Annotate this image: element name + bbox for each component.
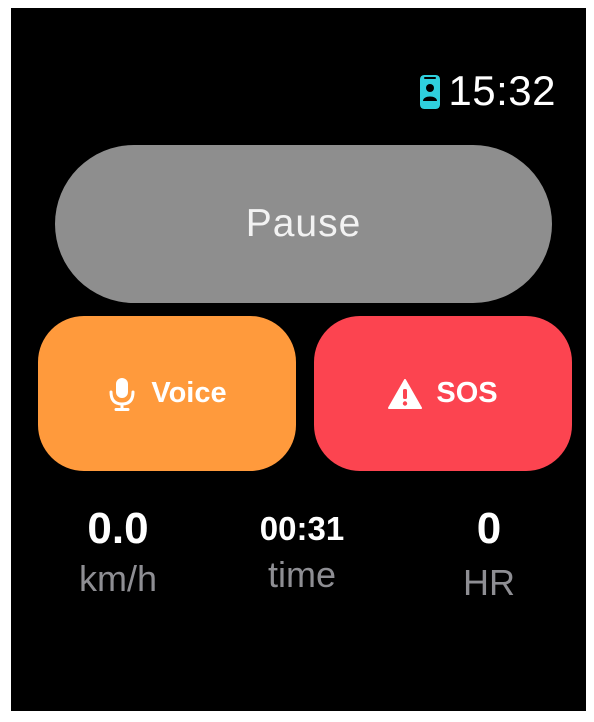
phone-icon [420, 75, 441, 109]
speed-unit: km/h [78, 558, 157, 599]
status-bar: 15:32 [420, 70, 556, 112]
voice-button[interactable]: Voice [38, 316, 296, 471]
speed-value: 0.0 [87, 504, 149, 553]
watch-screen: 15:32 Pause Voice SOS 0.0 km/h 00:31 tim… [11, 8, 586, 711]
pause-button[interactable]: Pause [55, 145, 552, 303]
heart-rate-value: 0 [476, 504, 502, 553]
microphone-icon [109, 377, 135, 411]
sos-button-label: SOS [436, 377, 498, 409]
elapsed-time-value: 00:31 [259, 510, 345, 547]
speed-metric: 0.0 km/h [28, 503, 208, 599]
heart-rate-unit: HR [463, 562, 515, 603]
voice-button-label: Voice [151, 377, 227, 409]
pause-button-label: Pause [245, 202, 362, 245]
clock-time: 15:32 [448, 67, 556, 114]
warning-icon [388, 378, 423, 409]
sos-button[interactable]: SOS [314, 316, 572, 471]
heart-rate-metric: 0 HR [399, 503, 579, 603]
elapsed-time-unit: time [267, 554, 336, 595]
time-metric: 00:31 time [212, 503, 392, 595]
